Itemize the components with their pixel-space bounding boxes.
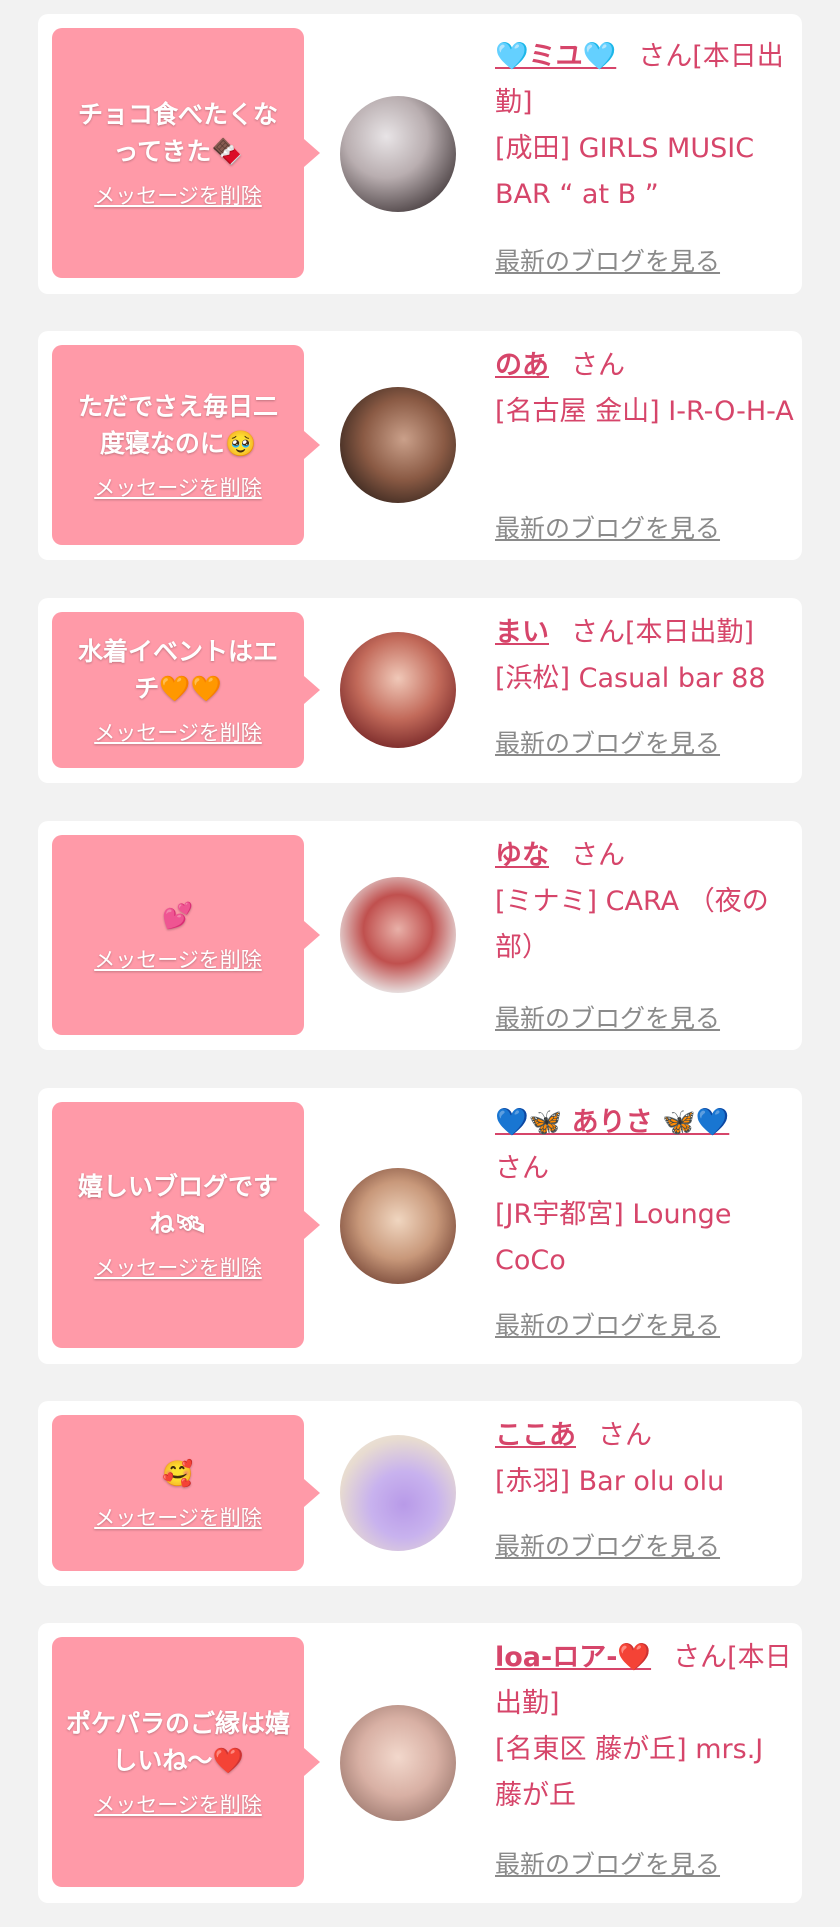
shop-name: [成田] GIRLS MUSIC BAR “ at B ” [495, 133, 755, 210]
list-item: 水着イベントはエチ🧡🧡 メッセージを削除 まい さん[本日出勤] [浜松] Cas… [38, 598, 802, 783]
message-bubble: チョコ食べたくなってきた🍫 メッセージを削除 [52, 28, 320, 278]
message-bubble: ポケパラのご縁は嬉しいね〜❤️ メッセージを削除 [52, 1637, 320, 1887]
view-blog-link[interactable]: 最新のブログを見る [495, 724, 720, 760]
avatar[interactable] [340, 632, 456, 748]
honorific: さん [638, 41, 693, 72]
pleading-face-icon: 🥹 [224, 429, 257, 458]
view-blog-link[interactable]: 最新のブログを見る [495, 242, 720, 278]
view-blog-link[interactable]: 最新のブログを見る [495, 1527, 720, 1563]
list-item: 嬉しいブログですね🛰 メッセージを削除 💙🦋 ありさ 🦋💙 さん [JR宇都宮]… [38, 1088, 802, 1364]
shop-name: [赤羽] Bar olu olu [495, 1466, 725, 1497]
avatar[interactable] [340, 877, 456, 993]
delete-message-link[interactable]: メッセージを削除 [94, 180, 262, 210]
message-text: 🥰 [162, 1455, 193, 1492]
avatar[interactable] [340, 96, 456, 212]
orange-heart-icon: 🧡🧡 [159, 674, 222, 703]
shop-name: [名東区 藤が丘] mrs.J 藤が丘 [495, 1734, 764, 1811]
cast-name-link[interactable]: 🩵ミユ🩵 [495, 41, 616, 72]
message-text: 💕 [162, 897, 193, 934]
honorific: さん [598, 1420, 652, 1451]
message-text: チョコ食べたくなってきた🍫 [77, 100, 278, 166]
cast-name-link[interactable]: ここあ [495, 1420, 576, 1451]
list-item: ただでさえ毎日二度寝なのに🥹 メッセージを削除 のあ さん [名古屋 金山] I-… [38, 331, 802, 560]
cast-name-link[interactable]: のあ [495, 350, 549, 381]
cast-info: ゆな さん [ミナミ] CARA （夜の部） [495, 833, 795, 971]
delete-message-link[interactable]: メッセージを削除 [94, 717, 262, 747]
status-text: [本日出勤] [625, 617, 755, 648]
shop-name: [ミナミ] CARA （夜の部） [495, 886, 769, 963]
list-item: ポケパラのご縁は嬉しいね〜❤️ メッセージを削除 loa-ロア-❤️ さん[本日出… [38, 1623, 802, 1903]
message-text: ポケパラのご縁は嬉しいね〜❤️ [66, 1709, 291, 1775]
avatar[interactable] [340, 1705, 456, 1821]
delete-message-link[interactable]: メッセージを削除 [94, 1789, 262, 1819]
message-text: 水着イベントはエチ🧡🧡 [77, 637, 278, 703]
cast-name-link[interactable]: まい [495, 617, 549, 648]
honorific: さん [571, 840, 625, 871]
list-item: 💕 メッセージを削除 ゆな さん [ミナミ] CARA （夜の部） 最新のブログを… [38, 821, 802, 1050]
delete-message-link[interactable]: メッセージを削除 [94, 1252, 262, 1282]
honorific: さん [571, 350, 625, 381]
cast-info: loa-ロア-❤️ さん[本日出勤] [名東区 藤が丘] mrs.J 藤が丘 [495, 1635, 795, 1819]
message-bubble: 💕 メッセージを削除 [52, 835, 320, 1035]
list-item: 🥰 メッセージを削除 ここあ さん [赤羽] Bar olu olu 最新のブログ… [38, 1401, 802, 1586]
shop-name: [浜松] Casual bar 88 [495, 663, 766, 694]
view-blog-link[interactable]: 最新のブログを見る [495, 1306, 720, 1342]
view-blog-link[interactable]: 最新のブログを見る [495, 999, 720, 1035]
cast-info: 🩵ミユ🩵 さん[本日出勤] [成田] GIRLS MUSIC BAR “ at B… [495, 34, 795, 218]
cast-name-link[interactable]: loa-ロア-❤️ [495, 1642, 651, 1673]
delete-message-link[interactable]: メッセージを削除 [94, 944, 262, 974]
delete-message-link[interactable]: メッセージを削除 [94, 472, 262, 502]
cast-info: のあ さん [名古屋 金山] I-R-O-H-A [495, 343, 795, 435]
honorific: さん [495, 1153, 549, 1184]
cast-info: まい さん[本日出勤] [浜松] Casual bar 88 [495, 610, 795, 702]
list-item: チョコ食べたくなってきた🍫 メッセージを削除 🩵ミユ🩵 さん[本日出勤] [成田]… [38, 14, 802, 294]
avatar[interactable] [340, 387, 456, 503]
honorific: さん [571, 617, 625, 648]
message-bubble: 水着イベントはエチ🧡🧡 メッセージを削除 [52, 612, 320, 768]
avatar[interactable] [340, 1168, 456, 1284]
avatar[interactable] [340, 1435, 456, 1551]
delete-message-link[interactable]: メッセージを削除 [94, 1502, 262, 1532]
cast-name-link[interactable]: ゆな [495, 840, 549, 871]
message-list: チョコ食べたくなってきた🍫 メッセージを削除 🩵ミユ🩵 さん[本日出勤] [成田]… [0, 0, 840, 1927]
message-bubble: 🥰 メッセージを削除 [52, 1415, 320, 1571]
honorific: さん [673, 1642, 728, 1673]
message-bubble: 嬉しいブログですね🛰 メッセージを削除 [52, 1102, 320, 1348]
shop-name: [JR宇都宮] Lounge CoCo [495, 1199, 732, 1276]
red-heart-icon: ❤️ [212, 1746, 244, 1775]
shop-name: [名古屋 金山] I-R-O-H-A [495, 396, 794, 427]
cast-info: ここあ さん [赤羽] Bar olu olu [495, 1413, 795, 1505]
message-bubble: ただでさえ毎日二度寝なのに🥹 メッセージを削除 [52, 345, 320, 545]
message-text: 嬉しいブログですね🛰 [77, 1172, 278, 1238]
chocolate-icon: 🍫 [211, 137, 243, 166]
message-text: ただでさえ毎日二度寝なのに🥹 [77, 392, 278, 458]
view-blog-link[interactable]: 最新のブログを見る [495, 1845, 720, 1881]
smiling-face-with-hearts-icon: 🥰 [162, 1458, 194, 1488]
cast-info: 💙🦋 ありさ 🦋💙 さん [JR宇都宮] Lounge CoCo [495, 1100, 795, 1284]
view-blog-link[interactable]: 最新のブログを見る [495, 509, 720, 545]
two-hearts-icon: 💕 [162, 900, 194, 930]
cast-name-link[interactable]: 💙🦋 ありさ 🦋💙 [495, 1107, 729, 1138]
satellite-icon: 🛰 [174, 1209, 207, 1238]
